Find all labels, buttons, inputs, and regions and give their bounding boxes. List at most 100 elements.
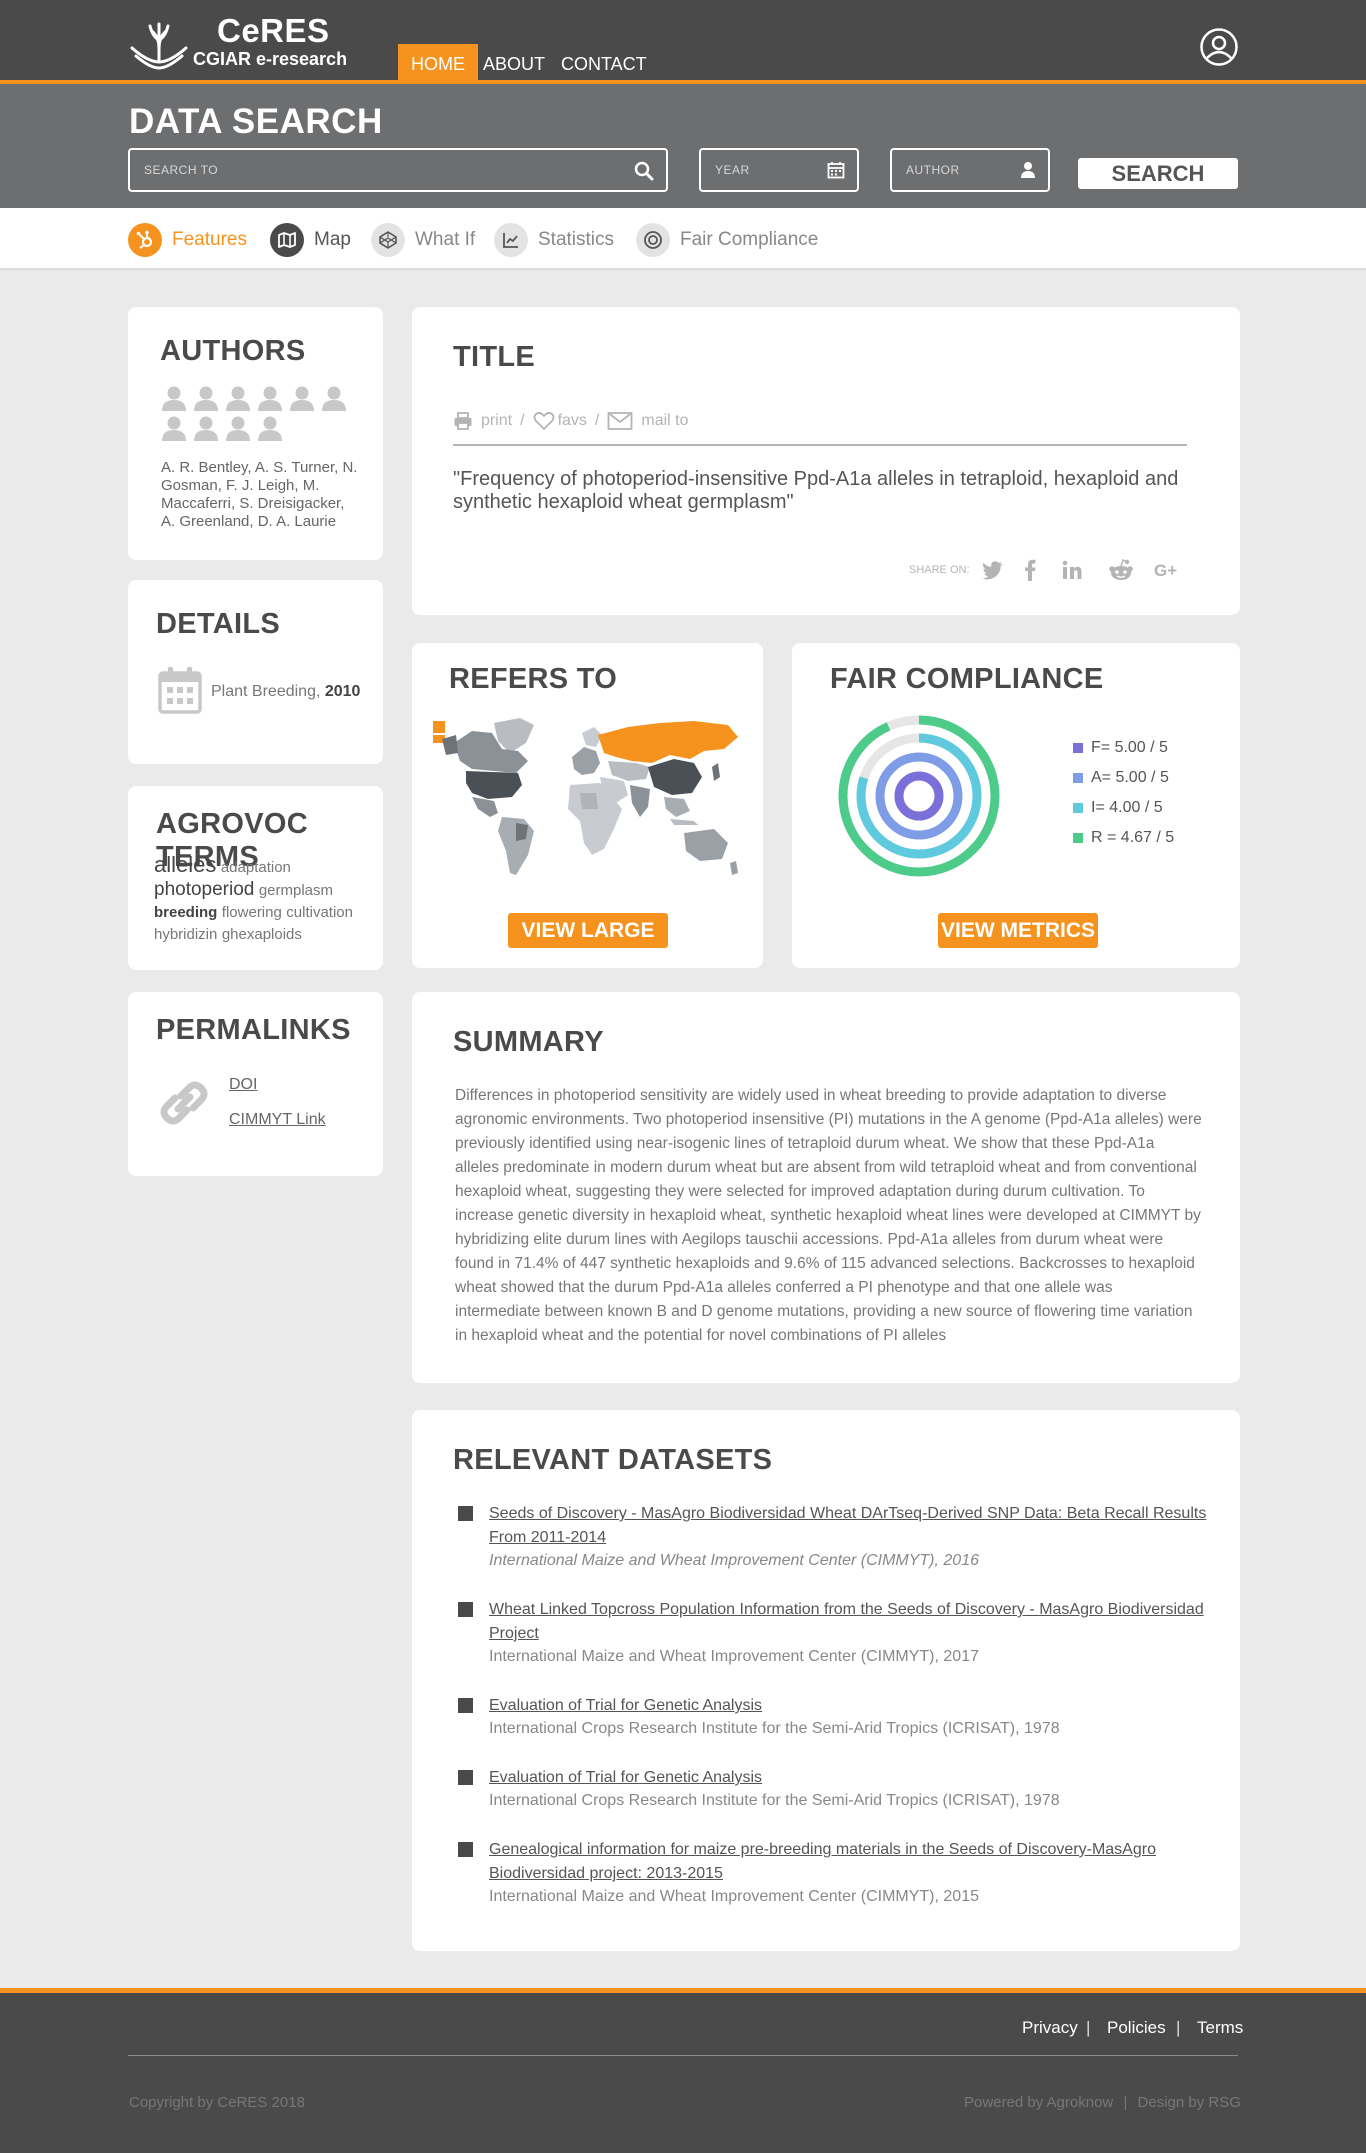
footer-powered[interactable]: Powered by Agroknow [964,2094,1113,2111]
print-icon[interactable] [453,411,473,431]
line-chart-icon [494,223,528,257]
world-map[interactable] [432,713,750,885]
google-plus-icon[interactable]: G+ [1154,562,1180,578]
fair-ring-f [894,771,944,821]
share-label: SHARE ON: [909,564,970,576]
year-field[interactable]: YEAR [699,148,859,192]
facebook-icon[interactable] [1024,559,1036,581]
footer-terms-link[interactable]: Terms [1197,2018,1243,2038]
term-breeding[interactable]: breeding [154,904,217,921]
tab-features-label: Features [172,229,247,250]
ceres-logo-icon [130,22,188,70]
search-icon [634,161,654,181]
dataset-title-1[interactable]: Seeds of Discovery - MasAgro Biodiversid… [489,1502,1209,1550]
map-icon [270,223,304,257]
tab-fair-compliance[interactable]: Fair Compliance [636,223,818,257]
footer-privacy-link[interactable]: Privacy [1022,2018,1078,2038]
author-field[interactable]: AUTHOR [890,148,1050,192]
fair-ring-r [838,715,1000,877]
agrovoc-term-cloud: alleles adaptation photoperiod germplasm… [154,854,369,946]
term-ghexaploids[interactable]: ghexaploids [222,926,302,943]
tab-fair-compliance-label: Fair Compliance [680,229,819,250]
mail-link[interactable]: mail to [641,412,688,430]
title-divider [453,444,1187,446]
fair-legend: F= 5.00 / 5 A= 5.00 / 5 I= 4.00 / 5 R = … [1073,733,1174,853]
title-heading: TITLE [453,341,536,373]
author-avatar-icon [162,416,186,441]
fair-legend-f-label: F= 5.00 / 5 [1091,739,1168,756]
action-separator-2: / [594,412,600,429]
author-avatar-icon [226,416,250,441]
heart-icon[interactable] [533,411,555,431]
permalink-doi[interactable]: DOI [229,1076,257,1094]
dataset-item-2: Wheat Linked Topcross Population Informa… [489,1598,1209,1668]
print-link[interactable]: print [481,412,512,430]
author-avatar-icon [290,386,314,411]
tab-what-if-label: What If [415,229,476,250]
term-adaptation[interactable]: adaptation [221,859,291,876]
dataset-title-4[interactable]: Evaluation of Trial for Genetic Analysis [489,1766,1209,1790]
dataset-bullet [458,1506,473,1521]
summary-heading: SUMMARY [453,1026,604,1058]
tab-statistics-label: Statistics [538,229,615,250]
favs-link[interactable]: favs [558,412,587,430]
authors-card: AUTHORS A. R. Bentley, A. S. Turner, N. … [128,307,383,560]
twitter-icon[interactable] [981,560,1004,580]
view-large-button[interactable]: VIEW LARGE [508,913,668,948]
dataset-source-1: International Maize and Wheat Improvemen… [489,1552,979,1569]
nav-contact[interactable]: CONTACT [548,44,660,84]
footer-divider-2: | [1176,2018,1181,2037]
search-title: DATA SEARCH [129,102,383,141]
footer-design[interactable]: Design by RSG [1138,2094,1241,2111]
codepen-icon [371,223,405,257]
target-icon [636,223,670,257]
footer-policies-link[interactable]: Policies [1107,2018,1166,2038]
details-heading: DETAILS [156,608,281,640]
dataset-title-3[interactable]: Evaluation of Trial for Genetic Analysis [489,1694,1209,1718]
author-avatar-icon [322,386,346,411]
search-input[interactable]: SEARCH TO [128,148,668,192]
search-button[interactable]: SEARCH [1078,158,1238,189]
user-circle-icon[interactable] [1199,27,1239,67]
fair-compliance-card: FAIR COMPLIANCE F= 5.00 / 5 A= 5.00 / 5 … [792,643,1240,968]
permalink-cimmyt[interactable]: CIMMYT Link [229,1111,326,1129]
term-cultivation[interactable]: cultivation [286,904,353,921]
dataset-item-4: Evaluation of Trial for Genetic Analysis… [489,1766,1209,1812]
dataset-title-5[interactable]: Genealogical information for maize pre-b… [489,1838,1209,1886]
tab-what-if[interactable]: What If [371,223,475,257]
tab-statistics[interactable]: Statistics [494,223,614,257]
agrovoc-card: AGROVOC TERMS alleles adaptation photope… [128,786,383,970]
author-avatar-icon [194,416,218,441]
fair-legend-r-label: R = 4.67 / 5 [1091,829,1175,846]
fair-legend-a: A= 5.00 / 5 [1073,763,1174,793]
footer-divider: | [1086,2018,1091,2037]
term-hybridizin[interactable]: hybridizin [154,926,217,943]
reddit-icon[interactable] [1108,559,1134,581]
nav-home[interactable]: HOME [398,44,478,84]
nav-about[interactable]: ABOUT [470,44,558,84]
footer-copyright: Copyright by CeRES 2018 [129,2094,305,2111]
tab-features[interactable]: Features [128,223,247,257]
permalinks-heading: PERMALINKS [156,1014,351,1046]
title-card: TITLE print / favs / mail to "Frequency … [412,307,1240,615]
term-flowering[interactable]: flowering [222,904,282,921]
publication-title: "Frequency of photoperiod-insensitive Pp… [453,468,1179,513]
author-placeholder: AUTHOR [906,163,960,177]
datasets-heading: RELEVANT DATASETS [453,1444,773,1476]
term-germplasm[interactable]: germplasm [259,882,333,899]
fair-legend-i-label: I= 4.00 / 5 [1091,799,1163,816]
fair-legend-f: F= 5.00 / 5 [1073,733,1174,763]
dataset-source-4: International Crops Research Institute f… [489,1792,1060,1809]
term-alleles[interactable]: alleles [154,852,216,877]
view-metrics-button[interactable]: VIEW METRICS [938,913,1098,948]
tab-map[interactable]: Map [270,223,351,257]
mail-icon[interactable] [607,411,633,431]
dataset-title-2[interactable]: Wheat Linked Topcross Population Informa… [489,1598,1209,1646]
dataset-bullet [458,1842,473,1857]
footer-credit-divider: | [1123,2094,1128,2111]
term-photoperiod[interactable]: photoperiod [154,879,254,900]
details-card: DETAILS Plant Breeding, 2010 [128,580,383,764]
fair-legend-i: I= 4.00 / 5 [1073,793,1174,823]
linkedin-icon[interactable] [1062,560,1082,580]
share-bar: SHARE ON: G+ [909,559,1180,581]
